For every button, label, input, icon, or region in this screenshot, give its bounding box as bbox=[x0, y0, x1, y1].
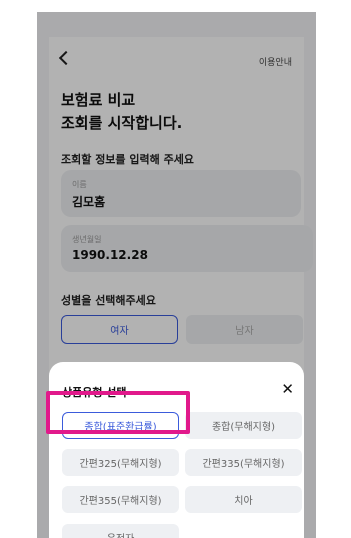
screen: 이용안내 보험료 비교 조회를 시작합니다. 조회할 정보를 입력해 주세요 이… bbox=[0, 0, 351, 538]
option-no-surrender[interactable]: 종합(무해지형) bbox=[185, 412, 302, 439]
sheet-title: 상품유형 선택 bbox=[62, 386, 127, 399]
phone-frame: 이용안내 보험료 비교 조회를 시작합니다. 조회할 정보를 입력해 주세요 이… bbox=[37, 12, 316, 538]
option-simple-325[interactable]: 간편325(무해지형) bbox=[62, 449, 179, 476]
option-simple-335[interactable]: 간편335(무해지형) bbox=[185, 449, 302, 476]
product-type-sheet: 상품유형 선택 ✕ 종합(표준환급률) 종합(무해지형) 간편325(무해지형)… bbox=[49, 362, 304, 538]
option-simple-355[interactable]: 간편355(무해지형) bbox=[62, 486, 179, 513]
option-dental[interactable]: 치아 bbox=[185, 486, 302, 513]
close-icon[interactable]: ✕ bbox=[281, 382, 294, 397]
option-standard-refund[interactable]: 종합(표준환급률) bbox=[62, 412, 179, 439]
option-driver[interactable]: 운전자 bbox=[62, 524, 179, 538]
